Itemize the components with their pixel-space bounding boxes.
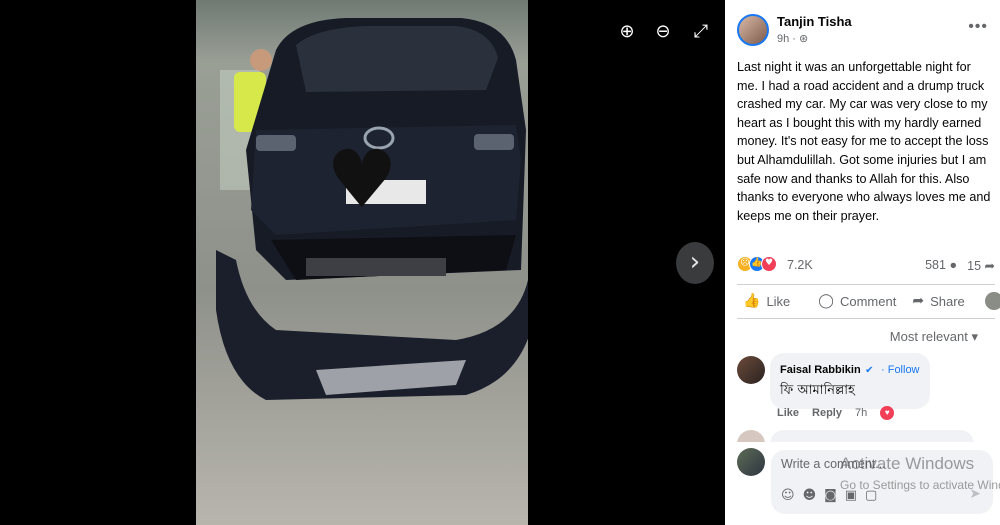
divider <box>737 284 995 285</box>
post-time[interactable]: 9h · ⊛ <box>777 32 852 45</box>
verified-badge-icon: ✔ <box>865 365 874 376</box>
love-reaction-icon: ♥ <box>761 256 777 272</box>
comment-actions: Like Reply 7h ♥ <box>777 406 895 420</box>
comment-bubble: Faisal Rabbikin ✔ · Follow ফি আমানিল্লাহ <box>770 353 930 409</box>
reaction-profile-selector[interactable]: ▾ <box>984 292 1000 310</box>
composer-tools: ☺ ☻ ◙ ▣ ▢ <box>781 488 885 503</box>
comment-bubble-icon: ● <box>949 258 957 272</box>
comment-composer: Write a comment... ☺ ☻ ◙ ▣ ▢ ➤ <box>733 442 1000 525</box>
next-photo-button[interactable]: › <box>676 242 714 284</box>
avatar-sticker-icon[interactable]: ☺ <box>781 488 795 503</box>
post-panel: Tanjin Tisha 9h · ⊛ ••• Last night it wa… <box>725 0 1000 525</box>
fullscreen-icon[interactable]: ⤢ <box>690 22 712 44</box>
zoom-out-icon[interactable]: ⊖ <box>652 22 674 44</box>
commenter-name[interactable]: Faisal Rabbikin <box>780 364 861 376</box>
post-text: Last night it was an unforgettable night… <box>737 60 991 223</box>
post-header: Tanjin Tisha 9h · ⊛ <box>737 14 852 46</box>
send-icon[interactable]: ➤ <box>969 486 981 502</box>
black-heart-sticker: ♥ <box>326 133 398 226</box>
divider <box>737 318 995 319</box>
globe-icon: ⊛ <box>799 33 809 45</box>
post-photo[interactable]: ♥ <box>196 0 528 525</box>
post-stats: ☹ 👍 ♥ 7.2K 581 ● 15 ➦ <box>737 256 995 276</box>
author-avatar[interactable] <box>737 14 769 46</box>
share-button[interactable]: ➦ Share <box>912 292 964 310</box>
zoom-in-icon[interactable]: ⊕ <box>616 22 638 44</box>
sticker-icon[interactable]: ▢ <box>865 488 877 503</box>
thumbs-up-icon: 👍 <box>743 293 761 309</box>
comment-time[interactable]: 7h <box>855 407 867 419</box>
caret-down-icon: ▾ <box>971 329 978 344</box>
gif-icon[interactable]: ▣ <box>845 488 857 503</box>
comment-sort-dropdown[interactable]: Most relevant ▾ <box>890 329 978 345</box>
share-icon: ➦ <box>912 293 925 309</box>
reaction-icons[interactable]: ☹ 👍 ♥ <box>737 256 777 272</box>
post-actions: 👍Like ◯Comment ➦Share ▾ <box>737 292 1000 310</box>
reaction-count[interactable]: 7.2K <box>787 258 813 272</box>
emoji-icon[interactable]: ☻ <box>803 488 817 503</box>
author-name[interactable]: Tanjin Tisha <box>777 14 852 29</box>
comment-button[interactable]: ◯ Comment <box>818 292 896 310</box>
comment-count[interactable]: 581 ● <box>925 258 957 272</box>
comment-reply-link[interactable]: Reply <box>812 407 842 419</box>
user-avatar <box>737 448 765 476</box>
comment-text: ফি আমানিল্লাহ <box>780 383 855 398</box>
comment-icon: ◯ <box>818 293 834 309</box>
comment-input[interactable]: Write a comment... <box>781 457 886 471</box>
comment-like-link[interactable]: Like <box>777 407 799 419</box>
commenter-avatar[interactable] <box>737 356 765 384</box>
like-button[interactable]: 👍 Like <box>743 292 790 310</box>
photo-viewer: ♥ ⊕ ⊖ ⤢ › <box>0 0 725 525</box>
camera-icon[interactable]: ◙ <box>824 488 837 503</box>
share-count[interactable]: 15 ➦ <box>967 258 995 273</box>
more-options-icon[interactable]: ••• <box>968 18 988 36</box>
profile-avatar <box>984 292 1000 310</box>
follow-link[interactable]: · Follow <box>881 364 920 376</box>
comment-input-box[interactable]: Write a comment... ☺ ☻ ◙ ▣ ▢ ➤ <box>771 450 993 514</box>
share-arrow-icon: ➦ <box>984 259 995 273</box>
love-reaction-icon[interactable]: ♥ <box>880 406 895 420</box>
